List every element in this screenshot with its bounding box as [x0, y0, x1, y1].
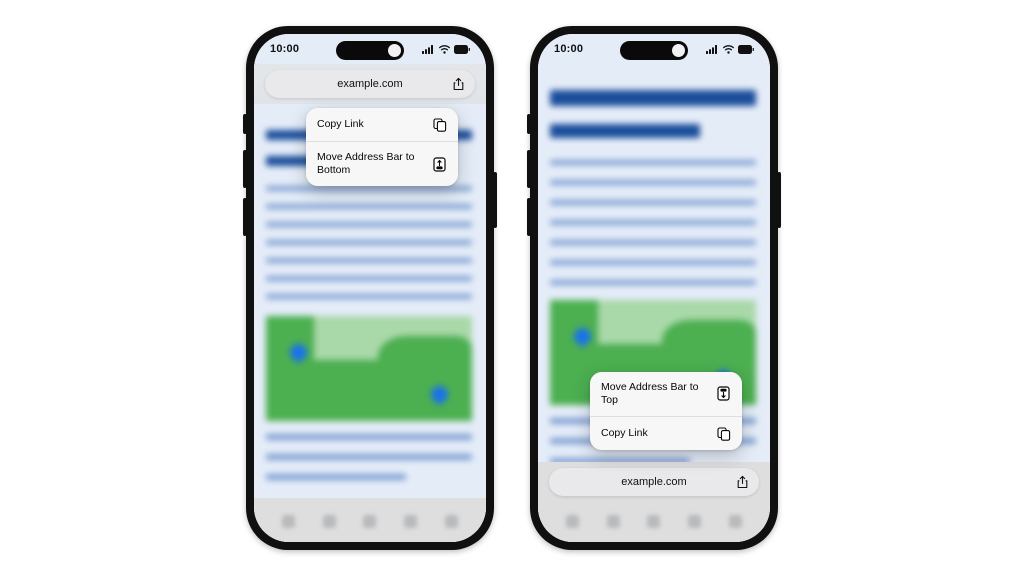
- wifi-icon: [723, 44, 734, 54]
- dynamic-island: [336, 41, 404, 60]
- battery-icon: [738, 44, 754, 54]
- menu-item-label: Copy Link: [317, 117, 364, 130]
- tabs-icon[interactable]: [729, 514, 743, 528]
- address-bar-bottom-icon: [432, 157, 447, 172]
- menu-item-label: Move Address Bar to Top: [601, 380, 699, 406]
- phone-screen: example.com 10:00: [538, 34, 770, 542]
- menu-item-label: Copy Link: [601, 426, 648, 439]
- status-bar-indicators: [706, 44, 754, 54]
- volume-down-button[interactable]: [527, 198, 531, 236]
- address-bar-url: example.com: [337, 78, 403, 90]
- power-button[interactable]: [777, 172, 781, 228]
- map-pin[interactable]: [290, 344, 307, 361]
- phone-screen: example.com 10:00: [254, 34, 486, 542]
- address-bar[interactable]: example.com: [549, 468, 759, 496]
- menu-item-move-address-bar[interactable]: Move Address Bar to Bottom: [306, 141, 458, 187]
- copy-link-icon: [716, 426, 731, 441]
- back-icon[interactable]: [281, 514, 295, 528]
- map-pin[interactable]: [574, 328, 591, 345]
- mute-switch[interactable]: [527, 114, 531, 134]
- menu-item-move-address-bar[interactable]: Move Address Bar to Top: [590, 371, 742, 416]
- tabs-icon[interactable]: [445, 514, 459, 528]
- phone-right: example.com 10:00 Move Address Bar to To…: [527, 26, 781, 550]
- battery-icon: [454, 44, 470, 54]
- share-icon[interactable]: [737, 475, 748, 489]
- menu-item-copy-link[interactable]: Copy Link: [590, 416, 742, 450]
- bookmarks-icon[interactable]: [688, 514, 702, 528]
- browser-toolbar: [538, 500, 770, 542]
- menu-item-label: Move Address Bar to Bottom: [317, 151, 415, 177]
- forward-icon[interactable]: [322, 514, 336, 528]
- context-menu[interactable]: Copy Link Move Address Bar to Bottom: [306, 108, 458, 187]
- share-icon[interactable]: [647, 514, 661, 528]
- map-embed[interactable]: [266, 316, 472, 421]
- dynamic-island: [620, 41, 688, 60]
- address-bar-url: example.com: [621, 476, 687, 488]
- map-pin[interactable]: [431, 386, 448, 403]
- phone-left: example.com 10:00 Copy Link Move Address…: [243, 26, 497, 550]
- phone-comparison-stage: example.com 10:00 Copy Link Move Address…: [0, 0, 1024, 576]
- status-bar-clock: 10:00: [270, 43, 300, 55]
- status-bar-clock: 10:00: [554, 43, 584, 55]
- context-menu[interactable]: Move Address Bar to Top Copy Link: [590, 371, 742, 450]
- menu-item-copy-link[interactable]: Copy Link: [306, 108, 458, 141]
- cellular-signal-icon: [706, 44, 719, 54]
- copy-link-icon: [432, 117, 447, 132]
- bookmarks-icon[interactable]: [404, 514, 418, 528]
- wifi-icon: [439, 44, 450, 54]
- address-bar-top-icon: [716, 386, 731, 401]
- forward-icon[interactable]: [606, 514, 620, 528]
- share-icon[interactable]: [363, 514, 377, 528]
- mute-switch[interactable]: [243, 114, 247, 134]
- volume-up-button[interactable]: [243, 150, 247, 188]
- cellular-signal-icon: [422, 44, 435, 54]
- browser-toolbar: [254, 500, 486, 542]
- volume-up-button[interactable]: [527, 150, 531, 188]
- power-button[interactable]: [493, 172, 497, 228]
- back-icon[interactable]: [565, 514, 579, 528]
- address-bar[interactable]: example.com: [265, 70, 475, 98]
- share-icon[interactable]: [453, 77, 464, 91]
- status-bar-indicators: [422, 44, 470, 54]
- volume-down-button[interactable]: [243, 198, 247, 236]
